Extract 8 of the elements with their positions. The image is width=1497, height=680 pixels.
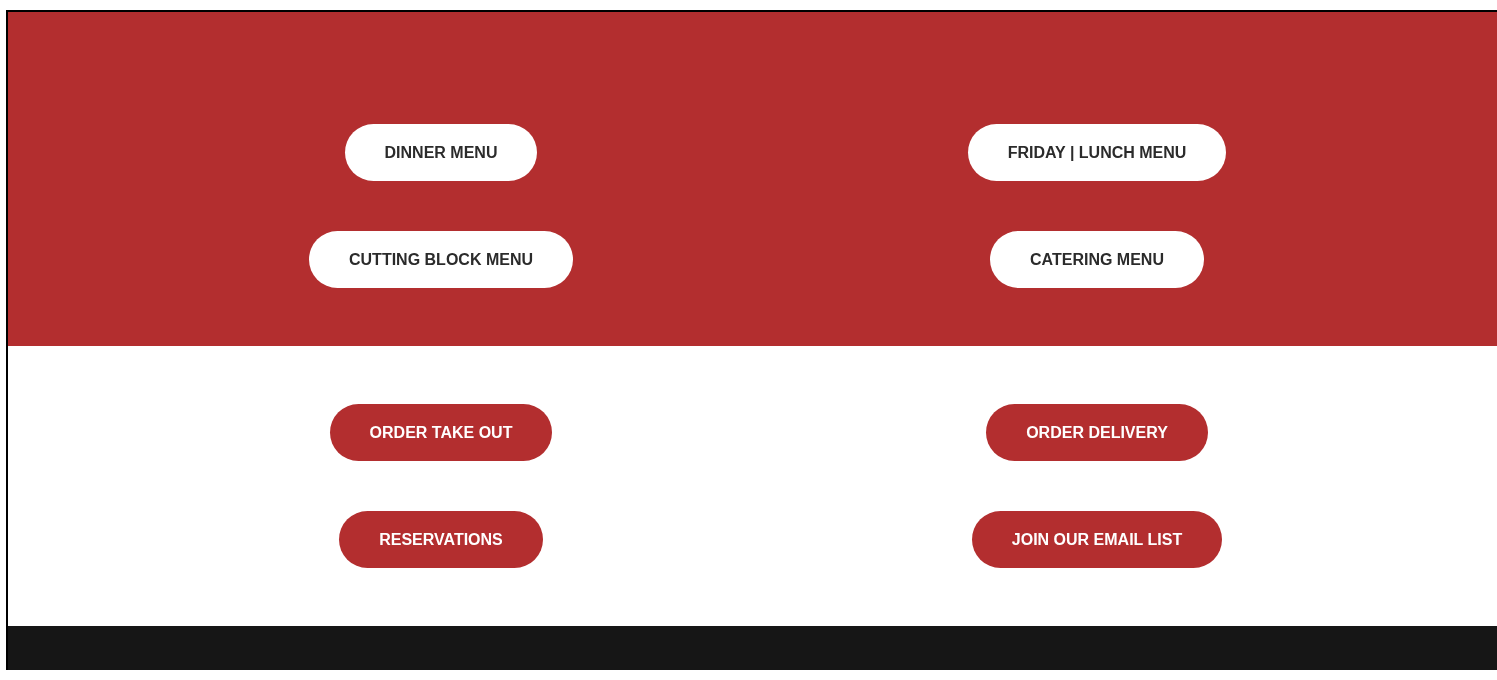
action-button[interactable]: RESERVATIONS (339, 511, 543, 568)
action-button[interactable]: JOIN OUR EMAIL LIST (971, 511, 1223, 568)
action-button[interactable]: ORDER DELIVERY (986, 404, 1208, 461)
menu-button[interactable]: CATERING MENU (990, 231, 1204, 288)
action-button[interactable]: ORDER TAKE OUT (329, 404, 553, 461)
menu-button[interactable]: DINNER MENU (344, 124, 538, 181)
menu-button[interactable]: FRIDAY | LUNCH MENU (967, 124, 1227, 181)
menu-button[interactable]: CUTTING BLOCK MENU (309, 231, 573, 288)
